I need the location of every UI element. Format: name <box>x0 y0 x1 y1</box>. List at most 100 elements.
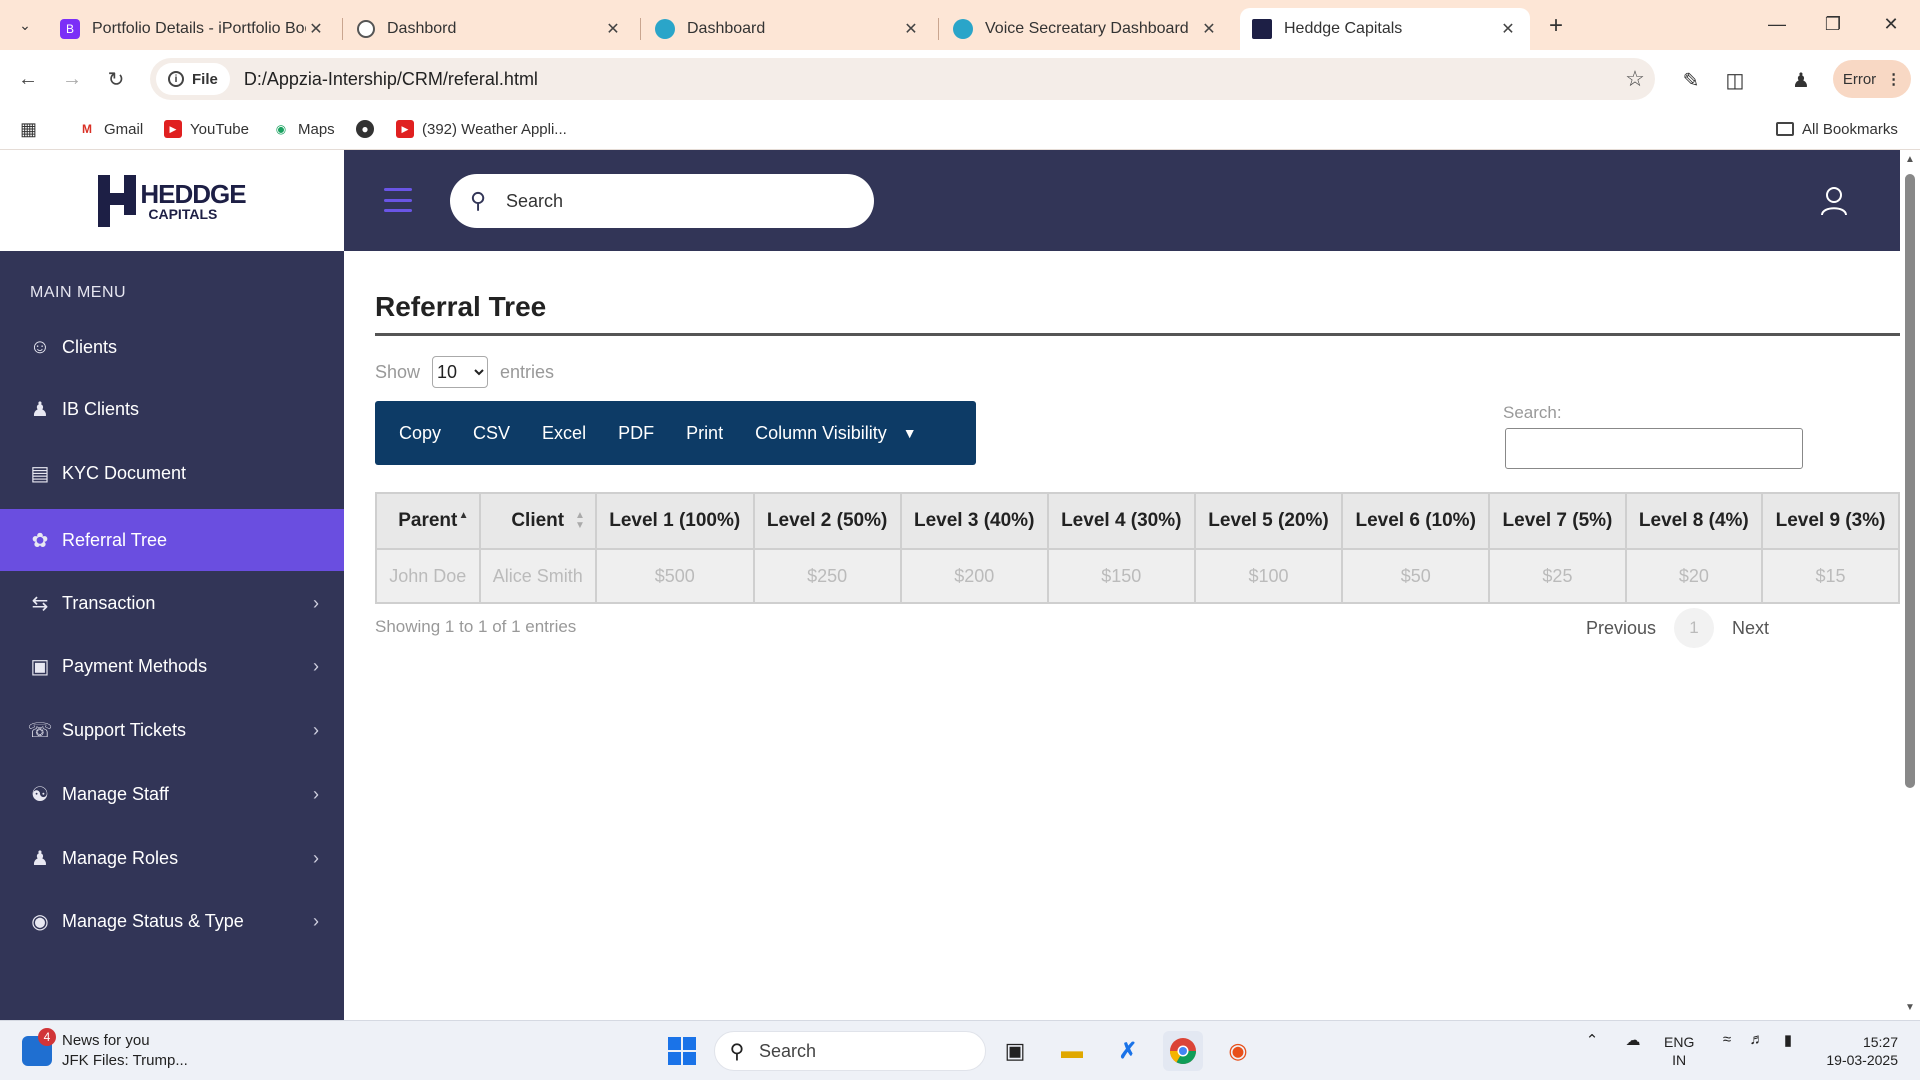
news-widget[interactable]: 4 News for you JFK Files: Trump... <box>22 1028 188 1071</box>
sidebar-item-manage-roles[interactable]: ♟ Manage Roles › <box>0 827 344 889</box>
apps-grid-icon[interactable]: ▦ <box>20 116 37 142</box>
sidebar-item-support-tickets[interactable]: ☏ Support Tickets › <box>0 699 344 761</box>
show-label: Show <box>375 361 421 382</box>
sidebar-item-manage-staff[interactable]: ☯ Manage Staff › <box>0 763 344 825</box>
header-search[interactable]: ⚲ <box>450 174 874 228</box>
referral-icon: ✿ <box>31 529 49 552</box>
bookmark-youtube[interactable]: ▶ YouTube <box>164 116 249 142</box>
battery-icon[interactable]: ▮ <box>1774 1031 1802 1049</box>
back-arrow-icon[interactable]: ← <box>12 63 44 95</box>
vscode-icon[interactable]: ✗ <box>1108 1031 1148 1071</box>
close-tab-icon[interactable]: ✕ <box>603 19 623 39</box>
scroll-down-arrow-icon[interactable]: ▼ <box>1904 1002 1916 1013</box>
task-view-icon[interactable]: ▣ <box>995 1031 1035 1071</box>
onedrive-off-icon[interactable]: ☁ <box>1618 1031 1648 1049</box>
scroll-up-arrow-icon[interactable]: ▲ <box>1904 154 1916 165</box>
col-header-level-6[interactable]: Level 6 (10%) <box>1341 492 1491 550</box>
heddge-logo[interactable]: HEDDGE CAPITALS <box>98 174 247 227</box>
page-length-select[interactable]: 10 <box>432 356 489 388</box>
close-tab-icon[interactable]: ✕ <box>306 19 326 39</box>
header-search-input[interactable] <box>506 190 874 212</box>
col-header-level-1[interactable]: Level 1 (100%) <box>594 492 755 550</box>
file-explorer-icon[interactable]: ▬ <box>1052 1031 1092 1071</box>
sidebar-item-referral-tree[interactable]: ✿ Referral Tree <box>0 509 344 571</box>
table-search-input[interactable] <box>1505 428 1803 469</box>
browser-tab-heddge-capitals[interactable]: Heddge Capitals ✕ <box>1240 8 1530 50</box>
taskbar-clock[interactable]: 15:27 19-03-2025 <box>1814 1033 1898 1069</box>
site-info-chip[interactable]: i File <box>156 63 230 95</box>
eyedropper-icon[interactable]: ✎ <box>1674 63 1708 97</box>
hamburger-menu-icon[interactable] <box>384 188 412 212</box>
extensions-icon[interactable]: ◫ <box>1718 63 1752 97</box>
profile-error-button[interactable]: Error ⋮ <box>1833 60 1911 98</box>
reload-icon[interactable]: ↻ <box>100 63 132 95</box>
sidebar-item-transaction[interactable]: ⇆ Transaction › <box>0 572 344 634</box>
forward-arrow-icon[interactable]: → <box>56 63 88 95</box>
language-indicator[interactable]: ENG IN <box>1664 1033 1694 1069</box>
wifi-icon[interactable]: ≈ <box>1714 1031 1740 1048</box>
browser-tab-voice-secreatary[interactable]: Voice Secreatary Dashboard ✕ <box>941 8 1231 50</box>
bookmark-globe[interactable]: ● <box>356 116 382 142</box>
profile-avatar-icon[interactable]: ♟ <box>1784 63 1818 97</box>
sidebar-item-manage-status-type[interactable]: ◉ Manage Status & Type › <box>0 890 344 952</box>
col-header-level-7[interactable]: Level 7 (5%) <box>1488 492 1627 550</box>
excel-button[interactable]: Excel <box>526 401 602 465</box>
site-info-label: File <box>192 70 218 88</box>
close-tab-icon[interactable]: ✕ <box>1199 19 1219 39</box>
restore-window-icon[interactable]: ❐ <box>1806 0 1860 48</box>
logo-line2: CAPITALS <box>148 205 218 222</box>
table-cell: $15 <box>1761 548 1900 604</box>
page-scrollbar[interactable]: ▲ ▼ <box>1900 150 1920 1020</box>
all-bookmarks-button[interactable]: All Bookmarks <box>1776 116 1898 142</box>
csv-button[interactable]: CSV <box>457 401 526 465</box>
sidebar-item-label: Payment Methods <box>62 655 208 676</box>
close-window-icon[interactable]: ✕ <box>1864 0 1918 48</box>
volume-icon[interactable]: ♬ <box>1744 1031 1770 1048</box>
col-header-level-3[interactable]: Level 3 (40%) <box>899 492 1049 550</box>
sidebar-item-clients[interactable]: ☺ Clients <box>0 316 344 378</box>
previous-page-button[interactable]: Previous <box>1574 608 1668 648</box>
col-header-level-4[interactable]: Level 4 (30%) <box>1046 492 1196 550</box>
close-tab-icon[interactable]: ✕ <box>901 19 921 39</box>
bookmark-star-icon[interactable]: ☆ <box>1615 66 1655 92</box>
bookmark-weather[interactable]: ▶ (392) Weather Appli... <box>396 116 567 142</box>
scrollbar-thumb[interactable] <box>1905 174 1915 788</box>
bookmark-maps[interactable]: ◉ Maps <box>272 116 335 142</box>
gmail-icon: M <box>82 122 92 136</box>
show-hidden-icons-chevron-icon[interactable]: ⌃ <box>1580 1031 1604 1049</box>
browser-tab-dashbord[interactable]: Dashbord ✕ <box>345 8 635 50</box>
column-visibility-button[interactable]: Column Visibility ▼ <box>739 401 933 465</box>
current-page-button[interactable]: 1 <box>1674 608 1715 648</box>
close-tab-icon[interactable]: ✕ <box>1498 19 1518 39</box>
postman-icon[interactable]: ◉ <box>1218 1031 1258 1071</box>
next-page-button[interactable]: Next <box>1720 608 1781 648</box>
minimize-window-icon[interactable]: — <box>1750 0 1804 48</box>
all-bookmarks-label: All Bookmarks <box>1802 120 1898 138</box>
copy-button[interactable]: Copy <box>383 401 457 465</box>
col-header-level-2[interactable]: Level 2 (50%) <box>752 492 902 550</box>
kebab-menu-icon[interactable]: ⋮ <box>1886 70 1901 88</box>
taskbar-search[interactable]: ⚲ Search <box>714 1031 986 1071</box>
tab-search-chevron-icon[interactable]: ⌄ <box>10 10 40 40</box>
print-button[interactable]: Print <box>670 401 739 465</box>
bookmark-label: Gmail <box>104 120 144 138</box>
sidebar-item-ib-clients[interactable]: ♟ IB Clients <box>0 378 344 440</box>
browser-tab-dashboard[interactable]: Dashboard ✕ <box>643 8 933 50</box>
url-text[interactable]: D:/Appzia-Intership/CRM/referal.html <box>244 69 1615 90</box>
new-tab-button[interactable]: + <box>1540 10 1572 42</box>
windows-start-icon[interactable] <box>662 1031 702 1071</box>
col-header-client[interactable]: Client ▲ ▼ <box>478 492 597 550</box>
user-profile-icon[interactable] <box>1820 186 1848 216</box>
col-header-level-5[interactable]: Level 5 (20%) <box>1193 492 1344 550</box>
browser-tab-portfolio[interactable]: B Portfolio Details - iPortfolio Boo ✕ <box>48 8 338 50</box>
sidebar-item-kyc-document[interactable]: ▤ KYC Document <box>0 442 344 504</box>
bookmark-gmail[interactable]: M Gmail <box>78 116 143 142</box>
col-header-level-9[interactable]: Level 9 (3%) <box>1761 492 1900 550</box>
support-icon: ☏ <box>27 719 53 742</box>
col-header-level-8[interactable]: Level 8 (4%) <box>1624 492 1764 550</box>
col-header-parent[interactable]: Parent ▲ <box>375 492 481 550</box>
address-bar[interactable]: i File D:/Appzia-Intership/CRM/referal.h… <box>150 58 1655 100</box>
sidebar-item-payment-methods[interactable]: ▣ Payment Methods › <box>0 635 344 697</box>
chrome-icon[interactable] <box>1163 1031 1203 1071</box>
pdf-button[interactable]: PDF <box>602 401 670 465</box>
